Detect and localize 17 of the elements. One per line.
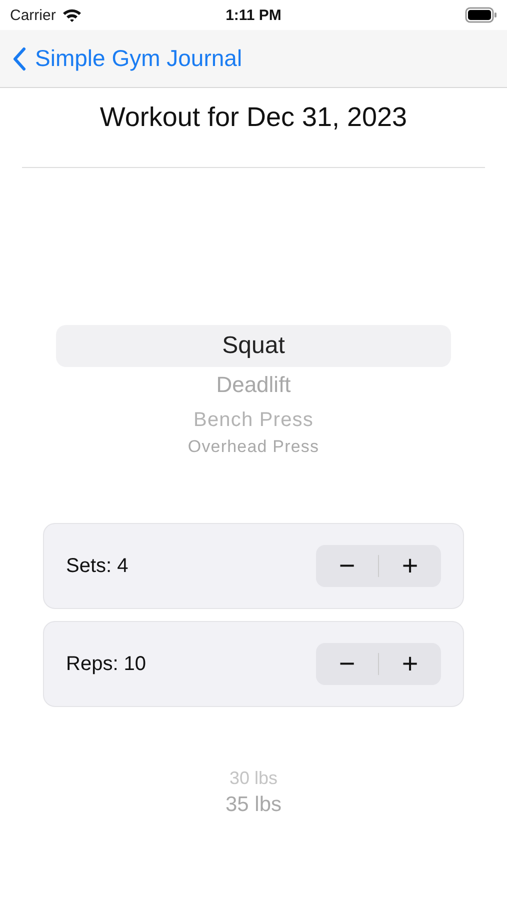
workout-title: Workout for Dec 31, 2023 [98, 102, 408, 133]
decrement-button[interactable]: − [316, 643, 378, 685]
picker-option[interactable]: Bench Press [56, 403, 451, 437]
chevron-left-icon [12, 46, 26, 70]
increment-button[interactable]: + [379, 545, 441, 587]
increment-button[interactable]: + [379, 643, 441, 685]
picker-option[interactable]: Squat [56, 325, 451, 367]
carrier-label: Carrier [10, 6, 56, 24]
stepper-label: Sets: 4 [66, 554, 128, 578]
picker-option[interactable]: Deadlift [56, 367, 451, 403]
picker-option[interactable]: Overhead Press [56, 437, 451, 457]
picker-option[interactable]: 35 lbs [56, 791, 451, 819]
decrement-button[interactable]: − [316, 545, 378, 587]
wifi-icon [62, 8, 82, 22]
stepper-label: Reps: 10 [66, 652, 146, 676]
clock-time: 1:11 PM [226, 6, 282, 24]
battery-icon [465, 7, 497, 23]
